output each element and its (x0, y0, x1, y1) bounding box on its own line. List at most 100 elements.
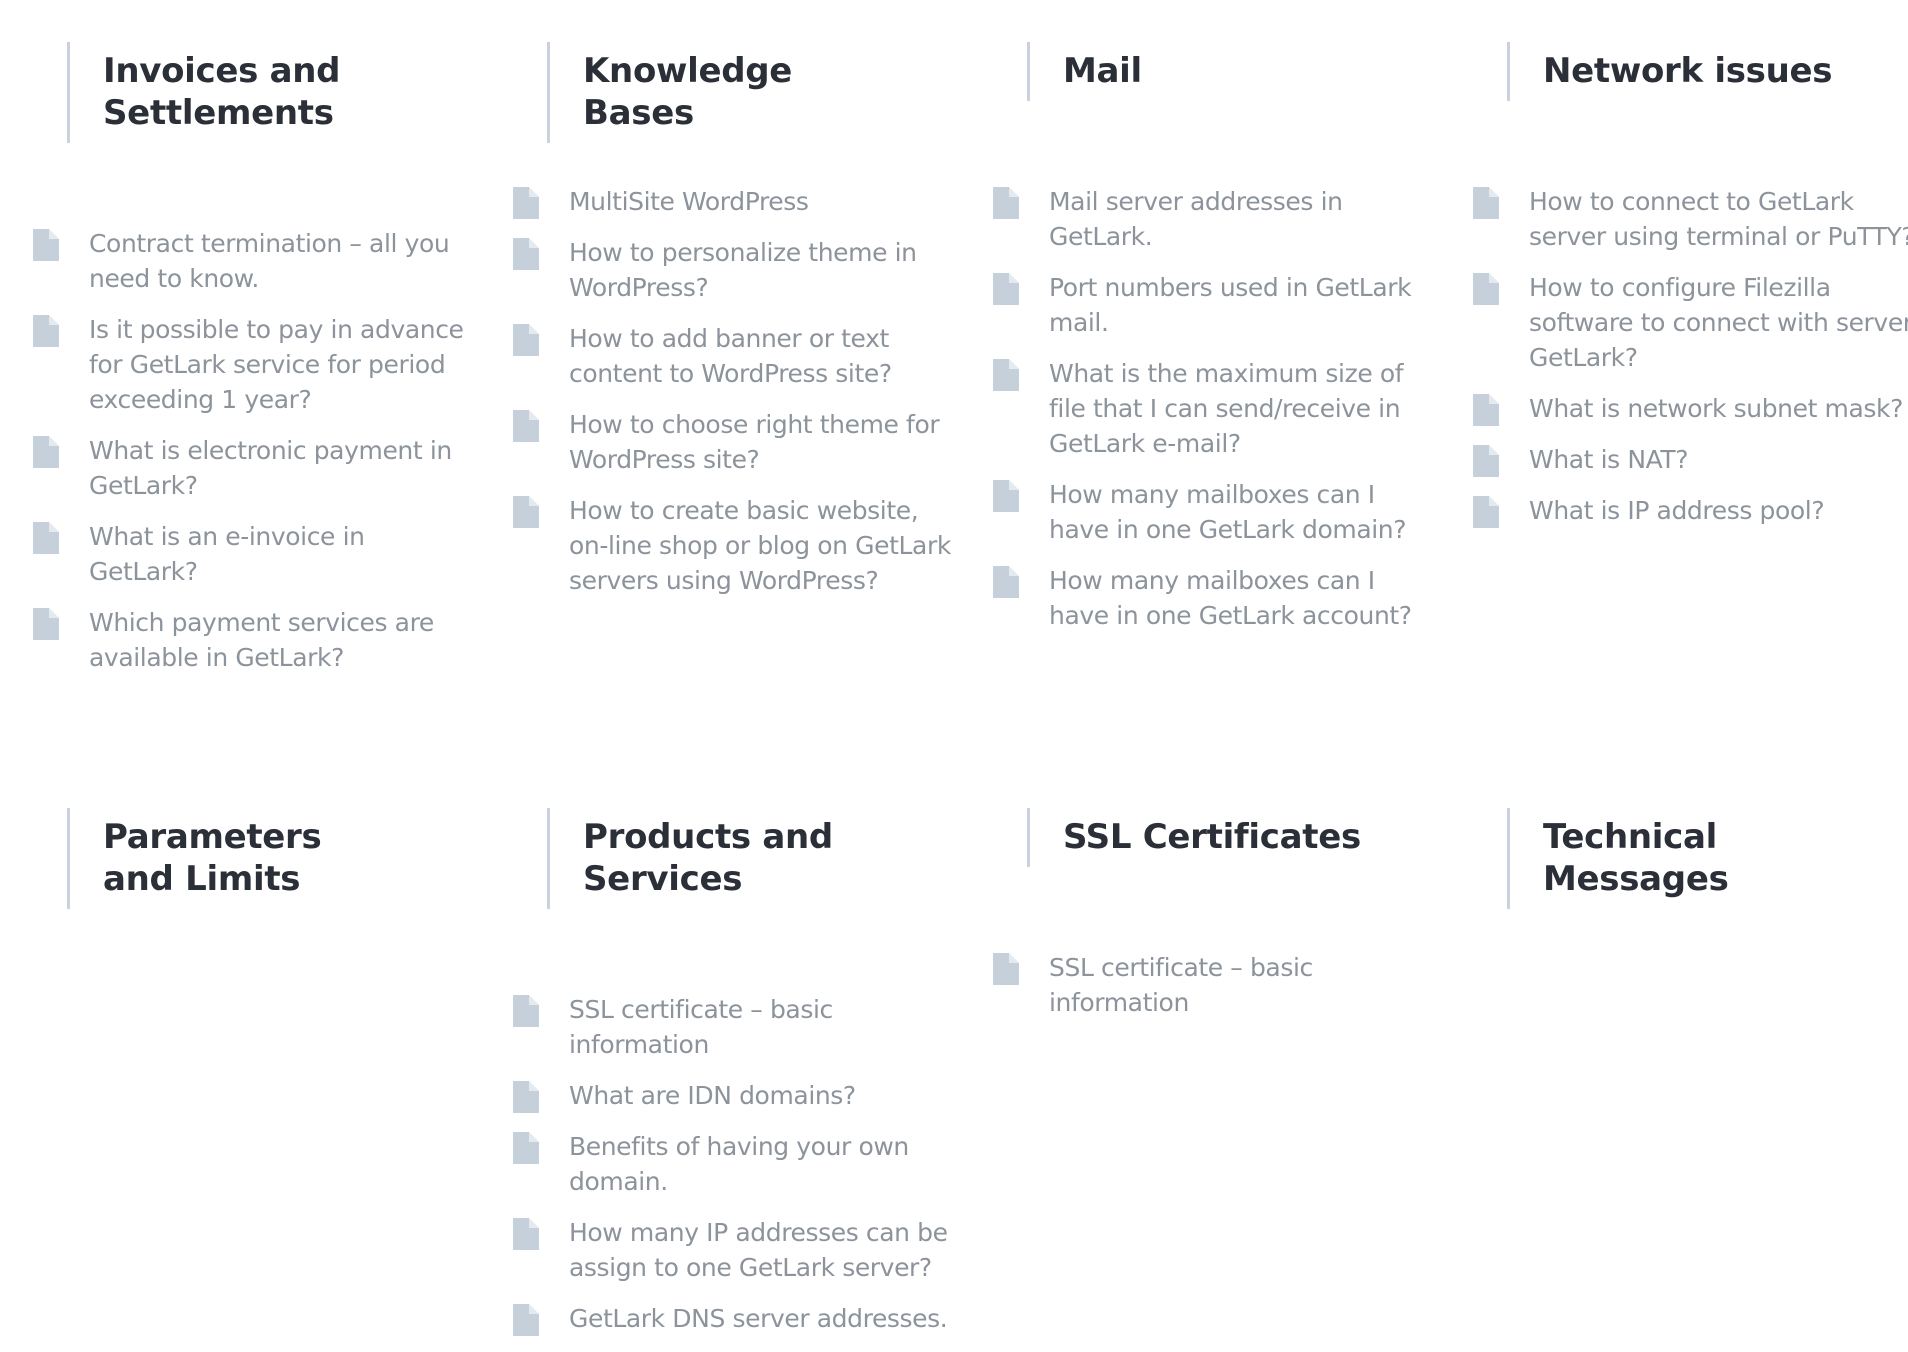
article-link[interactable]: GetLark DNS server addresses. (569, 1301, 958, 1336)
article-item[interactable]: What is NAT? (1473, 442, 1908, 477)
article-link[interactable]: Mail server addresses in GetLark. (1049, 184, 1438, 254)
article-item[interactable]: How to connect to GetLark server using t… (1473, 184, 1908, 254)
category-header: Parameters and Limits (67, 808, 403, 909)
article-link[interactable]: How many mailboxes can I have in one Get… (1049, 563, 1438, 633)
category-header: Knowledge Bases (547, 42, 883, 143)
article-link[interactable]: What is network subnet mask? (1529, 391, 1908, 426)
knowledge-base-grid: Invoices and Settlements Contract termin… (0, 0, 1908, 1336)
document-icon (993, 953, 1019, 985)
document-icon (513, 1081, 539, 1113)
document-icon (1473, 445, 1499, 477)
category-header: Network issues (1507, 42, 1843, 101)
article-link[interactable]: How to configure Filezilla software to c… (1529, 270, 1908, 375)
article-link[interactable]: How many IP addresses can be assign to o… (569, 1215, 958, 1285)
article-item[interactable]: What is IP address pool? (1473, 493, 1908, 528)
article-link[interactable]: Benefits of having your own domain. (569, 1129, 958, 1199)
document-icon (1473, 273, 1499, 305)
category-title[interactable]: Parameters and Limits (103, 816, 373, 900)
category-header: Mail (1027, 42, 1363, 101)
article-link[interactable]: What is NAT? (1529, 442, 1908, 477)
article-item[interactable]: How to configure Filezilla software to c… (1473, 270, 1908, 375)
article-item[interactable]: MultiSite WordPress (513, 184, 958, 219)
article-item[interactable]: Benefits of having your own domain. (513, 1129, 958, 1199)
article-item[interactable]: How to add banner or text content to Wor… (513, 321, 958, 391)
document-icon (993, 359, 1019, 391)
article-item[interactable]: How to personalize theme in WordPress? (513, 235, 958, 305)
category-title[interactable]: SSL Certificates (1063, 816, 1363, 858)
article-link[interactable]: SSL certificate – basic information (1049, 950, 1438, 1020)
article-link[interactable]: What is the maximum size of file that I … (1049, 356, 1438, 461)
document-icon (513, 1132, 539, 1164)
document-icon (513, 995, 539, 1027)
document-icon (33, 608, 59, 640)
category-title[interactable]: Network issues (1543, 50, 1843, 92)
article-list: How to connect to GetLark server using t… (1473, 184, 1908, 544)
article-item[interactable]: Mail server addresses in GetLark. (993, 184, 1438, 254)
article-link[interactable]: How to personalize theme in WordPress? (569, 235, 958, 305)
article-item[interactable]: How to create basic website, on-line sho… (513, 493, 958, 598)
article-item[interactable]: What is an e-invoice in GetLark? (33, 519, 478, 589)
category-title[interactable]: Mail (1063, 50, 1363, 92)
article-item[interactable]: Port numbers used in GetLark mail. (993, 270, 1438, 340)
article-link[interactable]: How many mailboxes can I have in one Get… (1049, 477, 1438, 547)
article-item[interactable]: SSL certificate – basic information (993, 950, 1438, 1020)
article-link[interactable]: How to add banner or text content to Wor… (569, 321, 958, 391)
document-icon (513, 410, 539, 442)
article-list: SSL certificate – basic information (993, 950, 1438, 1036)
document-icon (513, 496, 539, 528)
article-list: Contract termination – all you need to k… (33, 226, 478, 691)
article-item[interactable]: How to choose right theme for WordPress … (513, 407, 958, 477)
document-icon (33, 229, 59, 261)
article-link[interactable]: SSL certificate – basic information (569, 992, 958, 1062)
category-title[interactable]: Products and Services (583, 816, 833, 900)
article-item[interactable]: What is electronic payment in GetLark? (33, 433, 478, 503)
article-link[interactable]: How to create basic website, on-line sho… (569, 493, 958, 598)
document-icon (33, 315, 59, 347)
category-header: Invoices and Settlements (67, 42, 403, 143)
document-icon (993, 566, 1019, 598)
category-title[interactable]: Knowledge Bases (583, 50, 883, 134)
article-item[interactable]: Is it possible to pay in advance for Get… (33, 312, 478, 417)
article-list: SSL certificate – basic information What … (513, 992, 958, 1352)
document-icon (1473, 496, 1499, 528)
document-icon (993, 187, 1019, 219)
category-header: SSL Certificates (1027, 808, 1363, 867)
document-icon (513, 324, 539, 356)
article-item[interactable]: Contract termination – all you need to k… (33, 226, 478, 296)
article-item[interactable]: GetLark DNS server addresses. (513, 1301, 958, 1336)
article-link[interactable]: Contract termination – all you need to k… (89, 226, 478, 296)
category-header: Products and Services (547, 808, 883, 909)
article-item[interactable]: How many mailboxes can I have in one Get… (993, 477, 1438, 547)
document-icon (33, 522, 59, 554)
category-title[interactable]: Technical Messages (1543, 816, 1743, 900)
article-link[interactable]: How to connect to GetLark server using t… (1529, 184, 1908, 254)
article-link[interactable]: Which payment services are available in … (89, 605, 478, 675)
document-icon (513, 187, 539, 219)
article-link[interactable]: What is an e-invoice in GetLark? (89, 519, 478, 589)
article-list: Mail server addresses in GetLark. Port nu… (993, 184, 1438, 649)
article-item[interactable]: What is network subnet mask? (1473, 391, 1908, 426)
article-item[interactable]: Which payment services are available in … (33, 605, 478, 675)
document-icon (1473, 187, 1499, 219)
category-title[interactable]: Invoices and Settlements (103, 50, 353, 134)
article-link[interactable]: What is IP address pool? (1529, 493, 1908, 528)
document-icon (993, 480, 1019, 512)
article-link[interactable]: What are IDN domains? (569, 1078, 958, 1113)
article-item[interactable]: How many IP addresses can be assign to o… (513, 1215, 958, 1285)
article-link[interactable]: MultiSite WordPress (569, 184, 958, 219)
article-link[interactable]: Port numbers used in GetLark mail. (1049, 270, 1438, 340)
document-icon (33, 436, 59, 468)
document-icon (513, 1304, 539, 1336)
article-item[interactable]: How many mailboxes can I have in one Get… (993, 563, 1438, 633)
category-header: Technical Messages (1507, 808, 1843, 909)
article-item[interactable]: What is the maximum size of file that I … (993, 356, 1438, 461)
document-icon (993, 273, 1019, 305)
article-link[interactable]: Is it possible to pay in advance for Get… (89, 312, 478, 417)
article-link[interactable]: How to choose right theme for WordPress … (569, 407, 958, 477)
article-item[interactable]: What are IDN domains? (513, 1078, 958, 1113)
article-list: MultiSite WordPress How to personalize th… (513, 184, 958, 614)
document-icon (513, 1218, 539, 1250)
article-link[interactable]: What is electronic payment in GetLark? (89, 433, 478, 503)
article-item[interactable]: SSL certificate – basic information (513, 992, 958, 1062)
document-icon (513, 238, 539, 270)
